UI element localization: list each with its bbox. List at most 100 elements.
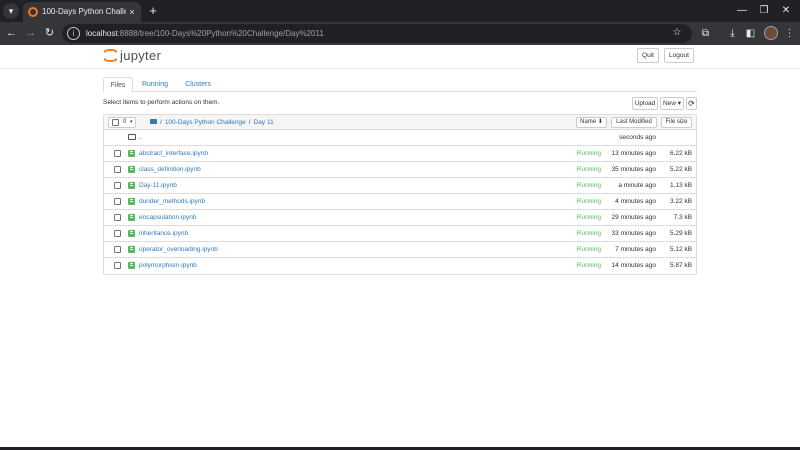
table-row[interactable]: polymorphism.ipynb Running 14 minutes ago 5… — [104, 258, 696, 274]
jupyter-favicon-icon — [28, 7, 38, 17]
folder-icon — [128, 134, 136, 140]
tab-close-icon[interactable]: × — [126, 6, 138, 18]
file-size: 7.3 kB — [673, 214, 692, 221]
file-name-link[interactable]: abstract_interface.ipynb — [139, 149, 208, 159]
file-list-header: 0 ▾ /100-Days Python Challenge / Day 11 Na… — [104, 115, 696, 130]
url-path: :8888/tree/100-Days%20Python%20Challenge… — [117, 29, 324, 38]
file-modified: 29 minutes ago — [611, 214, 656, 221]
running-status: Running — [576, 182, 601, 189]
file-name-link[interactable]: Day-11.ipynb — [139, 181, 177, 191]
minimize-icon[interactable]: — — [730, 2, 754, 20]
browser-toolbar: ← → ↻ i localhost:8888/tree/100-Days%20P… — [0, 22, 800, 45]
table-row[interactable]: Day-11.ipynb Running a minute ago 1.13 kB — [104, 178, 696, 194]
running-status: Running — [576, 150, 601, 157]
notebook-icon — [128, 198, 135, 205]
file-size: 1.13 kB — [669, 182, 692, 189]
jupyter-logo-icon — [104, 49, 117, 63]
jupyter-logo-text: jupyter — [120, 48, 162, 63]
notebook-icon — [128, 230, 135, 237]
file-name-link[interactable]: operator_overloading.ipynb — [139, 245, 218, 255]
refresh-button[interactable]: ⟳ — [686, 97, 697, 110]
tab-search-icon[interactable]: ▾ — [3, 3, 19, 19]
tab-title: 100-Days Python Challenge/Da — [42, 7, 126, 16]
url-host: localhost — [86, 29, 118, 38]
download-icon[interactable]: ⤓ — [725, 26, 740, 41]
breadcrumb-link-challenge[interactable]: 100-Days Python Challenge — [165, 119, 246, 126]
sort-by-modified-button[interactable]: Last Modified — [611, 117, 657, 128]
select-caret-icon[interactable]: ▾ — [130, 118, 133, 127]
sort-by-size-button[interactable]: File size — [661, 117, 692, 128]
table-row[interactable]: abstract_interface.ipynb Running 13 minute… — [104, 146, 696, 162]
notebook-icon — [128, 182, 135, 189]
row-checkbox[interactable] — [114, 214, 121, 221]
reload-icon[interactable]: ↻ — [41, 25, 58, 42]
profile-avatar[interactable] — [764, 26, 778, 40]
header-divider — [0, 68, 800, 69]
breadcrumb-link-day[interactable]: Day 11 — [254, 119, 274, 126]
browser-tab-active[interactable]: 100-Days Python Challenge/Da × — [23, 2, 141, 22]
table-row[interactable]: dunder_methods.ipynb Running 4 minutes ago… — [104, 194, 696, 210]
url-text[interactable]: localhost:8888/tree/100-Days%20Python%20… — [86, 27, 324, 40]
file-modified: 33 minutes ago — [611, 230, 656, 237]
file-name-link[interactable]: encapsulation.ipynb — [139, 213, 196, 223]
file-size: 5.22 kB — [669, 166, 692, 173]
new-tab-icon[interactable]: + — [145, 3, 161, 19]
table-row[interactable]: encapsulation.ipynb Running 29 minutes ago… — [104, 210, 696, 226]
row-checkbox[interactable] — [114, 246, 121, 253]
file-modified: 7 minutes ago — [615, 246, 656, 253]
sort-by-name-button[interactable]: Name ⬇ — [576, 117, 607, 128]
address-bar[interactable]: i localhost:8888/tree/100-Days%20Python%… — [62, 24, 692, 43]
restore-icon[interactable]: ❐ — [752, 2, 776, 20]
parent-directory-link[interactable]: .. — [139, 133, 143, 143]
row-checkbox[interactable] — [114, 262, 121, 269]
close-window-icon[interactable]: ✕ — [774, 2, 798, 20]
extensions-icon[interactable]: ⧉ — [698, 26, 713, 41]
notebook-icon — [128, 166, 135, 173]
breadcrumb: /100-Days Python Challenge / Day 11 — [150, 118, 274, 127]
back-icon[interactable]: ← — [3, 25, 20, 42]
tab-clusters[interactable]: Clusters — [179, 77, 217, 92]
table-row[interactable]: class_definition.ipynb Running 35 minutes … — [104, 162, 696, 178]
file-size: 5.12 kB — [669, 246, 692, 253]
row-checkbox[interactable] — [114, 182, 121, 189]
file-name-link[interactable]: class_definition.ipynb — [139, 165, 201, 175]
notebook-icon — [128, 214, 135, 221]
file-size: 3.22 kB — [669, 198, 692, 205]
file-name-link[interactable]: dunder_methods.ipynb — [139, 197, 205, 207]
file-modified: a minute ago — [618, 182, 656, 189]
file-name-link[interactable]: polymorphism.ipynb — [139, 261, 197, 271]
row-checkbox[interactable] — [114, 150, 121, 157]
side-panel-icon[interactable]: ◧ — [743, 26, 758, 41]
select-all-checkbox[interactable] — [112, 119, 119, 126]
browser-menu-icon[interactable]: ⋮ — [782, 26, 797, 41]
running-status: Running — [576, 230, 601, 237]
quit-button[interactable]: Quit — [637, 48, 659, 63]
table-row[interactable]: inheritance.ipynb Running 33 minutes ago 5.… — [104, 226, 696, 242]
running-status: Running — [576, 262, 601, 269]
select-all-dropdown[interactable]: 0 ▾ — [108, 117, 136, 128]
new-dropdown-button[interactable]: New ▾ — [660, 97, 684, 110]
row-checkbox[interactable] — [114, 198, 121, 205]
tab-files[interactable]: Files — [103, 77, 133, 93]
row-checkbox[interactable] — [114, 230, 121, 237]
file-name-link[interactable]: inheritance.ipynb — [139, 229, 188, 239]
table-row[interactable]: operator_overloading.ipynb Running 7 minut… — [104, 242, 696, 258]
site-info-icon[interactable]: i — [67, 27, 80, 40]
row-checkbox[interactable] — [114, 166, 121, 173]
file-size: 5.29 kB — [669, 230, 692, 237]
file-size: 6.22 kB — [669, 150, 692, 157]
file-modified: 13 minutes ago — [611, 150, 656, 157]
parent-directory-row[interactable]: .. seconds ago — [104, 130, 696, 146]
logout-button[interactable]: Logout — [664, 48, 694, 63]
parent-modified: seconds ago — [619, 134, 656, 141]
forward-icon[interactable]: → — [22, 25, 39, 42]
bookmark-star-icon[interactable]: ☆ — [670, 26, 684, 40]
breadcrumb-separator: / — [160, 119, 162, 126]
file-modified: 35 minutes ago — [611, 166, 656, 173]
running-status: Running — [576, 214, 601, 221]
tab-running[interactable]: Running — [137, 77, 173, 92]
upload-button[interactable]: Upload — [632, 97, 658, 110]
notebook-icon — [128, 150, 135, 157]
file-modified: 14 minutes ago — [611, 262, 656, 269]
folder-home-icon[interactable] — [150, 118, 157, 124]
